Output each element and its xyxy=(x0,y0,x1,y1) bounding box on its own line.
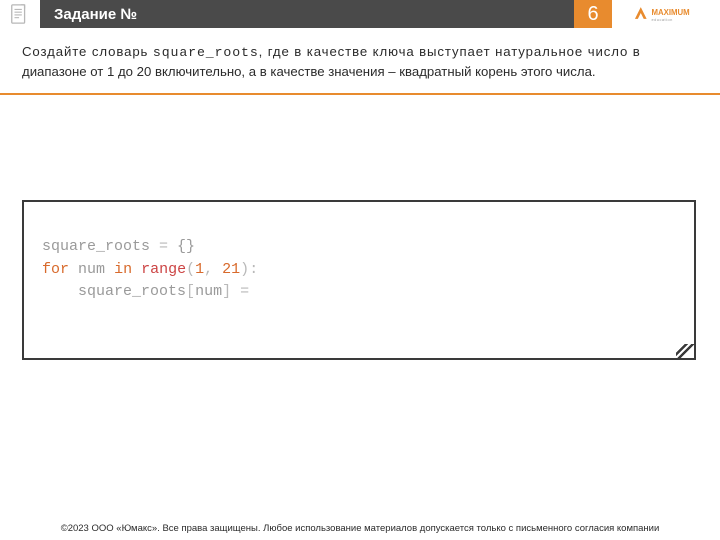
code-token: 21 xyxy=(222,261,240,278)
code-token: : xyxy=(249,261,258,278)
brand-logo-icon: MAXIMUM education xyxy=(632,4,710,24)
svg-text:education: education xyxy=(652,17,673,22)
task-number: 6 xyxy=(574,0,612,28)
code-token: num xyxy=(195,283,222,300)
accent-separator xyxy=(0,93,720,95)
code-token: , xyxy=(204,261,222,278)
logo-area: MAXIMUM education xyxy=(612,0,720,28)
document-icon xyxy=(9,3,31,25)
prompt-code-token: square_roots xyxy=(153,45,259,60)
code-token: ] xyxy=(222,283,231,300)
code-token: = xyxy=(231,283,258,300)
code-block: square_roots = {} for num in range(1, 21… xyxy=(22,200,696,360)
code-token: range xyxy=(141,261,186,278)
code-token: ( xyxy=(186,261,195,278)
code-token xyxy=(132,261,141,278)
code-token xyxy=(42,283,78,300)
prompt-text-1a: Создайте словарь xyxy=(22,44,153,59)
svg-text:MAXIMUM: MAXIMUM xyxy=(652,8,690,17)
prompt-text-1b: , где в качестве ключа выступает натурал… xyxy=(259,44,641,59)
task-title: Задание № xyxy=(40,0,574,28)
code-content: square_roots = {} for num in range(1, 21… xyxy=(42,236,674,304)
task-prompt: Создайте словарь square_roots, где в кач… xyxy=(0,28,720,91)
code-token: in xyxy=(114,261,132,278)
code-token: {} xyxy=(177,238,195,255)
code-token xyxy=(105,261,114,278)
code-token xyxy=(69,261,78,278)
header-bar: Задание № 6 MAXIMUM education xyxy=(0,0,720,28)
doc-icon-wrap xyxy=(0,0,40,28)
prompt-text-2: диапазоне от 1 до 20 включительно, а в к… xyxy=(22,64,596,79)
code-token: [ xyxy=(186,283,195,300)
code-token: 1 xyxy=(195,261,204,278)
code-token: = xyxy=(150,238,177,255)
code-token: square_roots xyxy=(42,238,150,255)
code-token: square_roots xyxy=(78,283,186,300)
copyright-footer: ©2023 ООО «Юмакс». Все права защищены. Л… xyxy=(0,523,720,534)
code-token: num xyxy=(78,261,105,278)
code-token: for xyxy=(42,261,69,278)
code-token: ) xyxy=(240,261,249,278)
